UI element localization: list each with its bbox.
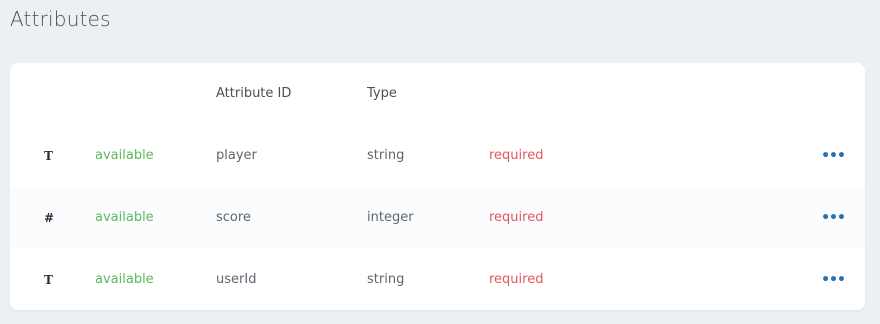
attribute-id: score <box>216 210 251 225</box>
table-row[interactable]: T available userId string required ••• <box>10 249 865 310</box>
text-type-icon: T <box>44 149 53 163</box>
table-row[interactable]: # available score integer required ••• <box>10 187 865 250</box>
status-label: available <box>95 272 154 287</box>
column-header-attribute-id: Attribute ID <box>216 86 292 101</box>
text-type-icon: T <box>44 273 53 287</box>
attribute-id: userId <box>216 272 257 287</box>
attribute-id: player <box>216 148 257 163</box>
required-label: required <box>489 210 544 225</box>
number-type-icon: # <box>44 211 55 225</box>
attribute-type: integer <box>367 210 414 225</box>
more-options-icon[interactable]: ••• <box>819 249 847 310</box>
more-options-icon[interactable]: ••• <box>819 187 847 249</box>
more-options-icon[interactable]: ••• <box>819 125 847 187</box>
required-label: required <box>489 148 544 163</box>
page-title: Attributes <box>10 7 111 31</box>
status-label: available <box>95 210 154 225</box>
attribute-type: string <box>367 272 405 287</box>
status-label: available <box>95 148 154 163</box>
required-label: required <box>489 272 544 287</box>
attribute-type: string <box>367 148 405 163</box>
table-row[interactable]: T available player string required ••• <box>10 125 865 188</box>
table-header-row: Attribute ID Type <box>10 63 865 126</box>
attributes-table: Attribute ID Type T available player str… <box>10 63 865 310</box>
column-header-type: Type <box>367 86 397 101</box>
